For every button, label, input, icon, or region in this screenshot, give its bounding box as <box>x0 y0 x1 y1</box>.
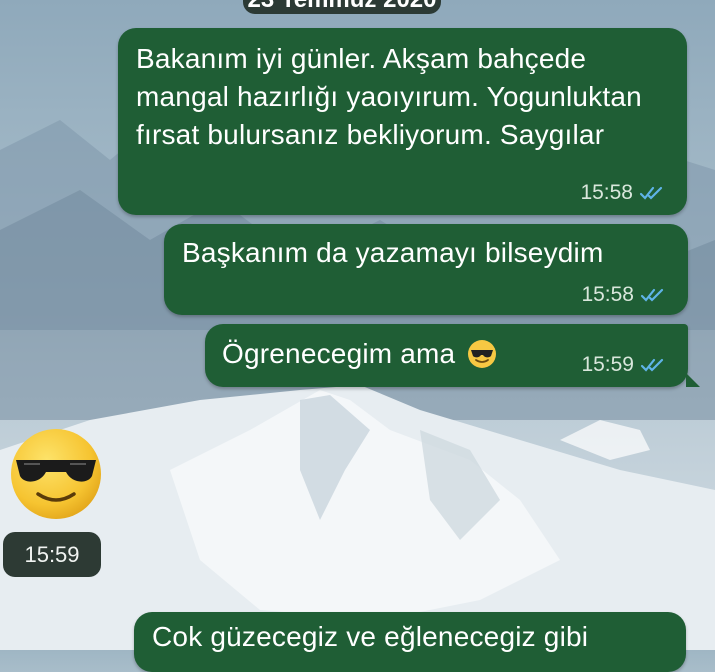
message-time: 15:59 <box>581 353 634 376</box>
received-time-chip: 15:59 <box>3 532 101 577</box>
double-check-icon <box>639 186 663 200</box>
message-text: Başkanım da yazamayı bilseydim <box>182 237 604 268</box>
double-check-icon <box>640 288 664 302</box>
message-text: Cok güzecegiz ve eğlenecegiz gibi <box>152 621 589 652</box>
message-meta: 15:59 <box>581 353 668 377</box>
double-check-icon <box>640 358 664 372</box>
message-text-row: Ögrenecegim ama <box>222 335 497 373</box>
message-time: 15:58 <box>581 283 634 306</box>
outgoing-message[interactable]: Başkanım da yazamayı bilseydim 15:58 <box>164 224 688 315</box>
date-chip: 23 Temmuz 2020 <box>243 0 441 14</box>
message-meta: 15:58 <box>580 181 667 205</box>
outgoing-message[interactable]: Bakanım iyi günler. Akşam bahçede mangal… <box>118 28 687 215</box>
message-text: Ögrenecegim ama <box>222 338 456 369</box>
outgoing-message[interactable]: Cok güzecegiz ve eğlenecegiz gibi <box>134 612 686 672</box>
message-meta: 15:58 <box>581 283 668 307</box>
message-time: 15:58 <box>580 181 633 204</box>
outgoing-message[interactable]: Ögrenecegim ama 15:59 <box>205 324 700 387</box>
sunglasses-emoji-icon <box>468 340 497 368</box>
message-text: Bakanım iyi günler. Akşam bahçede mangal… <box>136 43 642 150</box>
sunglasses-sticker[interactable] <box>8 426 104 522</box>
bubble-tail <box>686 373 700 387</box>
